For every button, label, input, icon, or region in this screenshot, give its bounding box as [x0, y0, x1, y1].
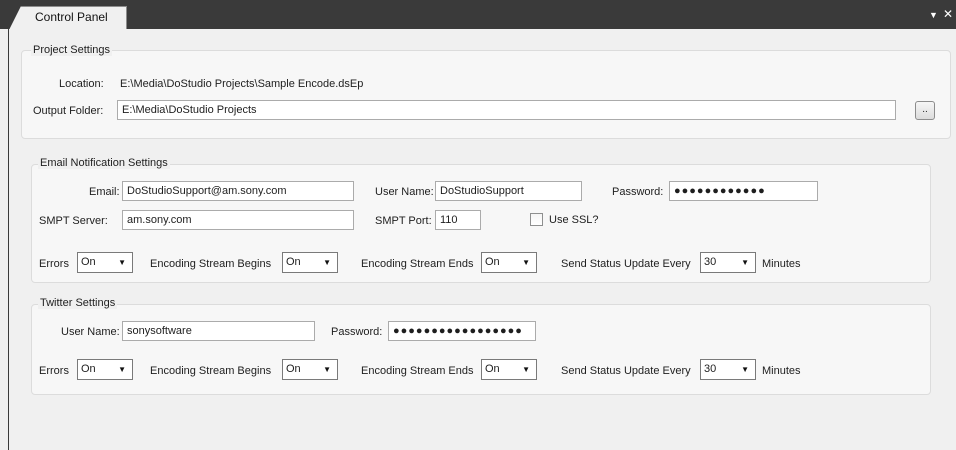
email-status-update-label: Send Status Update Every [561, 258, 691, 270]
browse-button[interactable]: .. [915, 101, 935, 120]
twitter-stream-ends-value: On [485, 363, 500, 375]
location-label: Location: [59, 78, 104, 90]
email-username-field[interactable]: DoStudioSupport [435, 181, 582, 201]
smtp-server-field[interactable]: am.sony.com [122, 210, 354, 230]
chevron-down-icon: ▼ [323, 258, 331, 267]
email-stream-ends-value: On [485, 256, 500, 268]
smtp-server-label: SMPT Server: [39, 215, 108, 227]
twitter-stream-begins-select[interactable]: On ▼ [282, 359, 338, 380]
twitter-errors-value: On [81, 363, 96, 375]
project-settings-title: Project Settings [31, 44, 113, 56]
twitter-username-label: User Name: [61, 326, 120, 338]
twitter-stream-begins-value: On [286, 363, 301, 375]
smtp-port-field[interactable]: 110 [435, 210, 481, 230]
twitter-errors-label: Errors [39, 365, 69, 377]
tab-label: Control Panel [35, 10, 108, 24]
email-password-field[interactable]: ●●●●●●●●●●●● [669, 181, 818, 201]
twitter-settings-title: Twitter Settings [38, 297, 118, 309]
dropdown-arrow-icon[interactable]: ▼ [929, 10, 938, 20]
chevron-down-icon: ▼ [741, 365, 749, 374]
email-stream-ends-select[interactable]: On ▼ [481, 252, 537, 273]
email-status-update-value: 30 [704, 256, 717, 268]
smtp-port-label: SMPT Port: [375, 215, 432, 227]
email-status-update-select[interactable]: 30 ▼ [700, 252, 756, 273]
email-label: Email: [89, 186, 120, 198]
email-settings-title: Email Notification Settings [38, 157, 170, 169]
use-ssl-label: Use SSL? [549, 214, 599, 226]
twitter-username-field[interactable]: sonysoftware [122, 321, 315, 341]
twitter-stream-ends-select[interactable]: On ▼ [481, 359, 537, 380]
email-errors-select[interactable]: On ▼ [77, 252, 133, 273]
email-username-label: User Name: [375, 186, 434, 198]
email-errors-value: On [81, 256, 96, 268]
twitter-stream-begins-label: Encoding Stream Begins [150, 365, 272, 377]
chevron-down-icon: ▼ [741, 258, 749, 267]
twitter-minutes-label: Minutes [762, 365, 801, 377]
chevron-down-icon: ▼ [118, 365, 126, 374]
chevron-down-icon: ▼ [522, 365, 530, 374]
twitter-status-update-value: 30 [704, 363, 717, 375]
email-password-label: Password: [612, 186, 664, 198]
location-value: E:\Media\DoStudio Projects\Sample Encode… [120, 78, 364, 90]
use-ssl-checkbox[interactable] [530, 213, 543, 226]
email-stream-begins-value: On [286, 256, 301, 268]
chevron-down-icon: ▼ [118, 258, 126, 267]
email-stream-begins-label: Encoding Stream Begins [150, 258, 272, 270]
chevron-down-icon: ▼ [323, 365, 331, 374]
email-stream-ends-label: Encoding Stream Ends [361, 258, 474, 270]
twitter-status-update-select[interactable]: 30 ▼ [700, 359, 756, 380]
email-minutes-label: Minutes [762, 258, 801, 270]
twitter-errors-select[interactable]: On ▼ [77, 359, 133, 380]
title-bar [0, 0, 956, 29]
twitter-status-update-label: Send Status Update Every [561, 365, 691, 377]
close-icon[interactable]: ✕ [943, 8, 953, 20]
chevron-down-icon: ▼ [522, 258, 530, 267]
email-errors-label: Errors [39, 258, 69, 270]
twitter-stream-ends-label: Encoding Stream Ends [361, 365, 474, 377]
twitter-settings-group [31, 304, 931, 395]
output-folder-field[interactable]: E:\Media\DoStudio Projects [117, 100, 896, 120]
email-stream-begins-select[interactable]: On ▼ [282, 252, 338, 273]
output-folder-label: Output Folder: [33, 105, 104, 117]
email-field[interactable]: DoStudioSupport@am.sony.com [122, 181, 354, 201]
twitter-password-field[interactable]: ●●●●●●●●●●●●●●●●● [388, 321, 536, 341]
twitter-password-label: Password: [331, 326, 383, 338]
project-settings-group [21, 50, 951, 139]
